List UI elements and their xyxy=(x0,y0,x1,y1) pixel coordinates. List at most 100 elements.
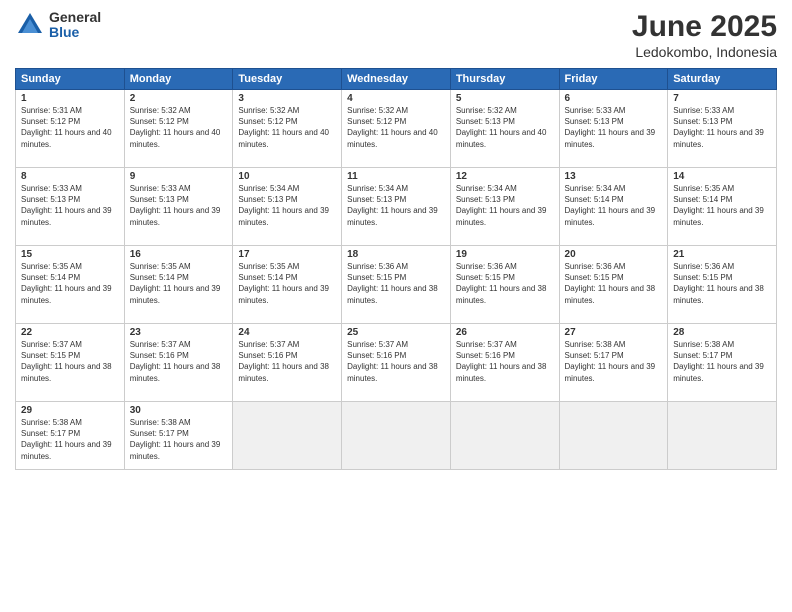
month-title: June 2025 xyxy=(632,10,777,44)
table-row: 5 Sunrise: 5:32 AMSunset: 5:13 PMDayligh… xyxy=(450,90,559,168)
week-row-5: 29 Sunrise: 5:38 AMSunset: 5:17 PMDaylig… xyxy=(16,402,777,470)
table-row: 27 Sunrise: 5:38 AMSunset: 5:17 PMDaylig… xyxy=(559,324,668,402)
day-number: 16 xyxy=(130,249,228,260)
table-row: 6 Sunrise: 5:33 AMSunset: 5:13 PMDayligh… xyxy=(559,90,668,168)
day-number: 5 xyxy=(456,93,554,104)
day-number: 9 xyxy=(130,171,228,182)
week-row-1: 1 Sunrise: 5:31 AMSunset: 5:12 PMDayligh… xyxy=(16,90,777,168)
day-number: 15 xyxy=(21,249,119,260)
day-detail: Sunrise: 5:38 AMSunset: 5:17 PMDaylight:… xyxy=(673,339,771,384)
day-detail: Sunrise: 5:31 AMSunset: 5:12 PMDaylight:… xyxy=(21,105,119,150)
day-detail: Sunrise: 5:35 AMSunset: 5:14 PMDaylight:… xyxy=(673,183,771,228)
table-row: 3 Sunrise: 5:32 AMSunset: 5:12 PMDayligh… xyxy=(233,90,342,168)
day-number: 24 xyxy=(238,327,336,338)
week-row-4: 22 Sunrise: 5:37 AMSunset: 5:15 PMDaylig… xyxy=(16,324,777,402)
day-number: 20 xyxy=(565,249,663,260)
day-number: 29 xyxy=(21,405,119,416)
day-detail: Sunrise: 5:37 AMSunset: 5:16 PMDaylight:… xyxy=(238,339,336,384)
title-block: June 2025 Ledokombo, Indonesia xyxy=(632,10,777,60)
day-detail: Sunrise: 5:37 AMSunset: 5:16 PMDaylight:… xyxy=(456,339,554,384)
day-number: 2 xyxy=(130,93,228,104)
day-number: 26 xyxy=(456,327,554,338)
table-row xyxy=(342,402,451,470)
day-number: 7 xyxy=(673,93,771,104)
table-row: 19 Sunrise: 5:36 AMSunset: 5:15 PMDaylig… xyxy=(450,246,559,324)
table-row: 11 Sunrise: 5:34 AMSunset: 5:13 PMDaylig… xyxy=(342,168,451,246)
week-row-3: 15 Sunrise: 5:35 AMSunset: 5:14 PMDaylig… xyxy=(16,246,777,324)
calendar-header-row: Sunday Monday Tuesday Wednesday Thursday… xyxy=(16,69,777,90)
table-row: 10 Sunrise: 5:34 AMSunset: 5:13 PMDaylig… xyxy=(233,168,342,246)
table-row xyxy=(668,402,777,470)
col-friday: Friday xyxy=(559,69,668,90)
table-row: 26 Sunrise: 5:37 AMSunset: 5:16 PMDaylig… xyxy=(450,324,559,402)
col-monday: Monday xyxy=(124,69,233,90)
table-row: 1 Sunrise: 5:31 AMSunset: 5:12 PMDayligh… xyxy=(16,90,125,168)
day-detail: Sunrise: 5:38 AMSunset: 5:17 PMDaylight:… xyxy=(130,417,228,462)
table-row: 23 Sunrise: 5:37 AMSunset: 5:16 PMDaylig… xyxy=(124,324,233,402)
day-number: 13 xyxy=(565,171,663,182)
col-saturday: Saturday xyxy=(668,69,777,90)
day-detail: Sunrise: 5:38 AMSunset: 5:17 PMDaylight:… xyxy=(565,339,663,384)
table-row xyxy=(450,402,559,470)
day-number: 25 xyxy=(347,327,445,338)
table-row: 28 Sunrise: 5:38 AMSunset: 5:17 PMDaylig… xyxy=(668,324,777,402)
table-row xyxy=(559,402,668,470)
table-row: 8 Sunrise: 5:33 AMSunset: 5:13 PMDayligh… xyxy=(16,168,125,246)
table-row: 18 Sunrise: 5:36 AMSunset: 5:15 PMDaylig… xyxy=(342,246,451,324)
day-detail: Sunrise: 5:32 AMSunset: 5:12 PMDaylight:… xyxy=(130,105,228,150)
day-detail: Sunrise: 5:36 AMSunset: 5:15 PMDaylight:… xyxy=(565,261,663,306)
day-detail: Sunrise: 5:36 AMSunset: 5:15 PMDaylight:… xyxy=(673,261,771,306)
calendar: Sunday Monday Tuesday Wednesday Thursday… xyxy=(15,68,777,470)
day-number: 11 xyxy=(347,171,445,182)
day-number: 8 xyxy=(21,171,119,182)
day-detail: Sunrise: 5:34 AMSunset: 5:13 PMDaylight:… xyxy=(238,183,336,228)
day-number: 10 xyxy=(238,171,336,182)
day-detail: Sunrise: 5:37 AMSunset: 5:16 PMDaylight:… xyxy=(347,339,445,384)
day-number: 6 xyxy=(565,93,663,104)
day-number: 18 xyxy=(347,249,445,260)
day-detail: Sunrise: 5:33 AMSunset: 5:13 PMDaylight:… xyxy=(673,105,771,150)
table-row: 16 Sunrise: 5:35 AMSunset: 5:14 PMDaylig… xyxy=(124,246,233,324)
table-row: 15 Sunrise: 5:35 AMSunset: 5:14 PMDaylig… xyxy=(16,246,125,324)
day-detail: Sunrise: 5:37 AMSunset: 5:15 PMDaylight:… xyxy=(21,339,119,384)
table-row: 12 Sunrise: 5:34 AMSunset: 5:13 PMDaylig… xyxy=(450,168,559,246)
day-detail: Sunrise: 5:35 AMSunset: 5:14 PMDaylight:… xyxy=(130,261,228,306)
day-number: 14 xyxy=(673,171,771,182)
table-row: 4 Sunrise: 5:32 AMSunset: 5:12 PMDayligh… xyxy=(342,90,451,168)
logo-icon xyxy=(15,10,45,40)
page: General Blue June 2025 Ledokombo, Indone… xyxy=(0,0,792,612)
table-row: 9 Sunrise: 5:33 AMSunset: 5:13 PMDayligh… xyxy=(124,168,233,246)
day-number: 17 xyxy=(238,249,336,260)
day-number: 30 xyxy=(130,405,228,416)
day-number: 19 xyxy=(456,249,554,260)
table-row: 2 Sunrise: 5:32 AMSunset: 5:12 PMDayligh… xyxy=(124,90,233,168)
day-detail: Sunrise: 5:38 AMSunset: 5:17 PMDaylight:… xyxy=(21,417,119,462)
col-sunday: Sunday xyxy=(16,69,125,90)
day-detail: Sunrise: 5:34 AMSunset: 5:13 PMDaylight:… xyxy=(347,183,445,228)
day-detail: Sunrise: 5:32 AMSunset: 5:13 PMDaylight:… xyxy=(456,105,554,150)
day-detail: Sunrise: 5:33 AMSunset: 5:13 PMDaylight:… xyxy=(565,105,663,150)
table-row: 25 Sunrise: 5:37 AMSunset: 5:16 PMDaylig… xyxy=(342,324,451,402)
day-detail: Sunrise: 5:35 AMSunset: 5:14 PMDaylight:… xyxy=(238,261,336,306)
header: General Blue June 2025 Ledokombo, Indone… xyxy=(15,10,777,60)
table-row: 29 Sunrise: 5:38 AMSunset: 5:17 PMDaylig… xyxy=(16,402,125,470)
logo: General Blue xyxy=(15,10,101,41)
day-number: 22 xyxy=(21,327,119,338)
day-detail: Sunrise: 5:34 AMSunset: 5:13 PMDaylight:… xyxy=(456,183,554,228)
day-number: 21 xyxy=(673,249,771,260)
day-detail: Sunrise: 5:36 AMSunset: 5:15 PMDaylight:… xyxy=(456,261,554,306)
table-row: 30 Sunrise: 5:38 AMSunset: 5:17 PMDaylig… xyxy=(124,402,233,470)
day-number: 27 xyxy=(565,327,663,338)
location: Ledokombo, Indonesia xyxy=(632,44,777,60)
day-detail: Sunrise: 5:32 AMSunset: 5:12 PMDaylight:… xyxy=(238,105,336,150)
day-detail: Sunrise: 5:34 AMSunset: 5:14 PMDaylight:… xyxy=(565,183,663,228)
day-number: 12 xyxy=(456,171,554,182)
day-detail: Sunrise: 5:33 AMSunset: 5:13 PMDaylight:… xyxy=(130,183,228,228)
day-detail: Sunrise: 5:37 AMSunset: 5:16 PMDaylight:… xyxy=(130,339,228,384)
table-row: 20 Sunrise: 5:36 AMSunset: 5:15 PMDaylig… xyxy=(559,246,668,324)
col-thursday: Thursday xyxy=(450,69,559,90)
day-number: 1 xyxy=(21,93,119,104)
day-detail: Sunrise: 5:35 AMSunset: 5:14 PMDaylight:… xyxy=(21,261,119,306)
day-number: 23 xyxy=(130,327,228,338)
col-tuesday: Tuesday xyxy=(233,69,342,90)
